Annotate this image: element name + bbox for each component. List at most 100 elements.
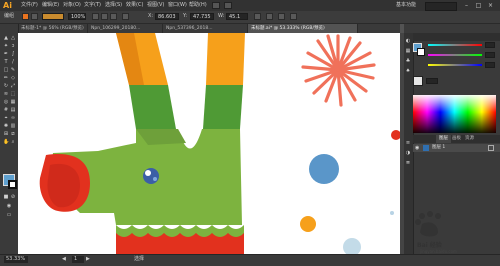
tab-document-active[interactable]: 未标题.ai* @ 53.333% (RGB/预览)	[248, 24, 358, 33]
r-value-field[interactable]	[485, 42, 495, 48]
b-slider-track[interactable]	[428, 64, 482, 66]
zoom-level-field[interactable]: 53.33%	[4, 256, 28, 263]
screen-mode-icon[interactable]: ▭	[6, 212, 12, 218]
eye-highlight	[145, 170, 151, 176]
artboard-number-field[interactable]: 1	[72, 256, 84, 263]
visibility-eye-icon[interactable]: ◉	[415, 145, 421, 151]
artboard-tool-icon[interactable]: ⊞	[3, 131, 9, 137]
w-label: W:	[218, 13, 225, 19]
maximize-icon[interactable]: □	[474, 1, 483, 10]
artwork	[39, 33, 400, 254]
tab-document-3[interactable]: Npn_537396_2018...	[163, 24, 248, 33]
stroke-panel-icon[interactable]: ≣	[405, 160, 411, 166]
transform-icon[interactable]	[122, 13, 129, 20]
perspective-grid-tool-icon[interactable]: ▦	[10, 99, 16, 105]
opacity-field[interactable]: 100%	[68, 13, 86, 20]
prev-artboard-icon[interactable]: ◀	[62, 256, 66, 263]
recolor-icon[interactable]	[101, 13, 108, 20]
hex-field[interactable]	[426, 78, 438, 84]
color-panel-tabs	[413, 33, 500, 41]
right-ear-orange	[206, 33, 245, 85]
close-icon[interactable]: ×	[486, 1, 495, 10]
pen-tool-icon[interactable]: ✒	[3, 51, 9, 57]
color-panel-icon[interactable]: ◐	[405, 38, 411, 44]
watermark-url: jingyan.baidu.com	[420, 249, 457, 254]
curvature-tool-icon[interactable]: ∫	[10, 51, 16, 57]
next-artboard-icon[interactable]: ▶	[86, 256, 90, 263]
hex-swatch[interactable]	[413, 76, 423, 86]
hand-tool-icon[interactable]: ✋	[3, 139, 9, 145]
magic-wand-tool-icon[interactable]: ✦	[3, 43, 9, 49]
watermark-text: Bai 经验	[417, 242, 442, 249]
stroke-weight-field[interactable]	[42, 13, 64, 20]
shape-builder-tool-icon[interactable]: ◎	[3, 99, 9, 105]
artboard-canvas[interactable]	[18, 33, 400, 254]
menu-window[interactable]: 窗口(W)	[168, 2, 187, 9]
color-panel-stroke-swatch[interactable]	[417, 48, 425, 56]
menu-edit[interactable]: 编辑(E)	[42, 2, 59, 9]
align-icon[interactable]	[110, 13, 117, 20]
search-input[interactable]	[425, 2, 457, 11]
minimize-icon[interactable]: –	[462, 1, 471, 10]
distribute-icon[interactable]	[278, 13, 285, 20]
menu-effect[interactable]: 效果(C)	[126, 2, 143, 9]
mesh-tool-icon[interactable]: #	[3, 107, 9, 113]
menu-object[interactable]: 对象(O)	[63, 2, 81, 9]
r-slider-track[interactable]	[428, 44, 482, 46]
panel-menu-icon[interactable]	[290, 13, 297, 20]
rotate-tool-icon[interactable]: ↻	[3, 83, 9, 89]
eyedropper-tool-icon[interactable]: ⌖	[3, 115, 9, 121]
workspace-switcher[interactable]: 基本功能	[396, 2, 416, 9]
tab-layers-placeholder[interactable]	[413, 135, 419, 143]
menu-help[interactable]: 帮助(H)	[189, 2, 207, 9]
draw-mode-icon[interactable]: ◉	[6, 203, 12, 209]
tab-assets[interactable]: 资源	[462, 135, 477, 143]
pencil-tool-icon[interactable]: ✏	[3, 75, 9, 81]
eraser-tool-icon[interactable]: ◇	[10, 75, 16, 81]
line-tool-icon[interactable]: /	[10, 59, 16, 65]
tab-document-1[interactable]: 未标题-1* @ 56% (RGB/预览)	[18, 24, 88, 33]
width-tool-icon[interactable]: ≋	[3, 91, 9, 97]
color-mode-icon[interactable]: ■	[3, 194, 9, 200]
stroke-swatch[interactable]	[8, 180, 17, 189]
symbols-panel-icon[interactable]: ♠	[405, 68, 411, 74]
menu-view[interactable]: 视图(V)	[147, 2, 164, 9]
brushes-panel-icon[interactable]: ♣	[405, 58, 411, 64]
isolate-icon[interactable]	[266, 13, 273, 20]
arrange-documents-icon[interactable]	[224, 2, 232, 9]
column-graph-tool-icon[interactable]: ▥	[10, 123, 16, 129]
w-field[interactable]: 45.1	[226, 13, 248, 20]
lasso-tool-icon[interactable]: ↄ	[10, 43, 16, 49]
rectangle-tool-icon[interactable]: □	[3, 67, 9, 73]
type-tool-icon[interactable]: T	[3, 59, 9, 65]
swatches-panel-icon[interactable]: ▦	[405, 48, 411, 54]
fill-color-icon[interactable]	[22, 13, 29, 20]
g-value-field[interactable]	[485, 52, 495, 58]
free-transform-tool-icon[interactable]: ⬚	[10, 91, 16, 97]
y-field[interactable]: 47.735	[190, 13, 214, 20]
transparency-panel-icon[interactable]: ◑	[405, 150, 411, 156]
zoom-tool-icon[interactable]: ⌕	[10, 139, 16, 145]
selection-tool-icon[interactable]: ▲	[3, 35, 9, 41]
bridge-icon[interactable]	[212, 2, 220, 9]
menu-file[interactable]: 文件(F)	[21, 2, 38, 9]
direct-selection-tool-icon[interactable]: △	[10, 35, 16, 41]
properties-panel-icon[interactable]: ≡	[405, 140, 411, 146]
g-slider-track[interactable]	[428, 54, 482, 56]
layer-target-icon[interactable]	[488, 145, 494, 151]
menu-type[interactable]: 文字(T)	[84, 2, 101, 9]
paintbrush-tool-icon[interactable]: ✎	[10, 67, 16, 73]
style-icon[interactable]	[92, 13, 99, 20]
slice-tool-icon[interactable]: ⧄	[10, 131, 16, 137]
b-value-field[interactable]	[485, 62, 495, 68]
tab-document-2[interactable]: Npn_106299_20180...	[88, 24, 163, 33]
gradient-tool-icon[interactable]: ▤	[10, 107, 16, 113]
link-proportions-icon[interactable]	[254, 13, 261, 20]
scale-tool-icon[interactable]: ⤢	[10, 83, 16, 89]
symbol-sprayer-tool-icon[interactable]: ✺	[3, 123, 9, 129]
x-field[interactable]: 86.603	[155, 13, 179, 20]
blend-tool-icon[interactable]: ∞	[10, 115, 16, 121]
none-mode-icon[interactable]: ⊘	[10, 194, 16, 200]
stroke-color-icon[interactable]	[31, 13, 38, 20]
menu-select[interactable]: 选择(S)	[105, 2, 122, 9]
